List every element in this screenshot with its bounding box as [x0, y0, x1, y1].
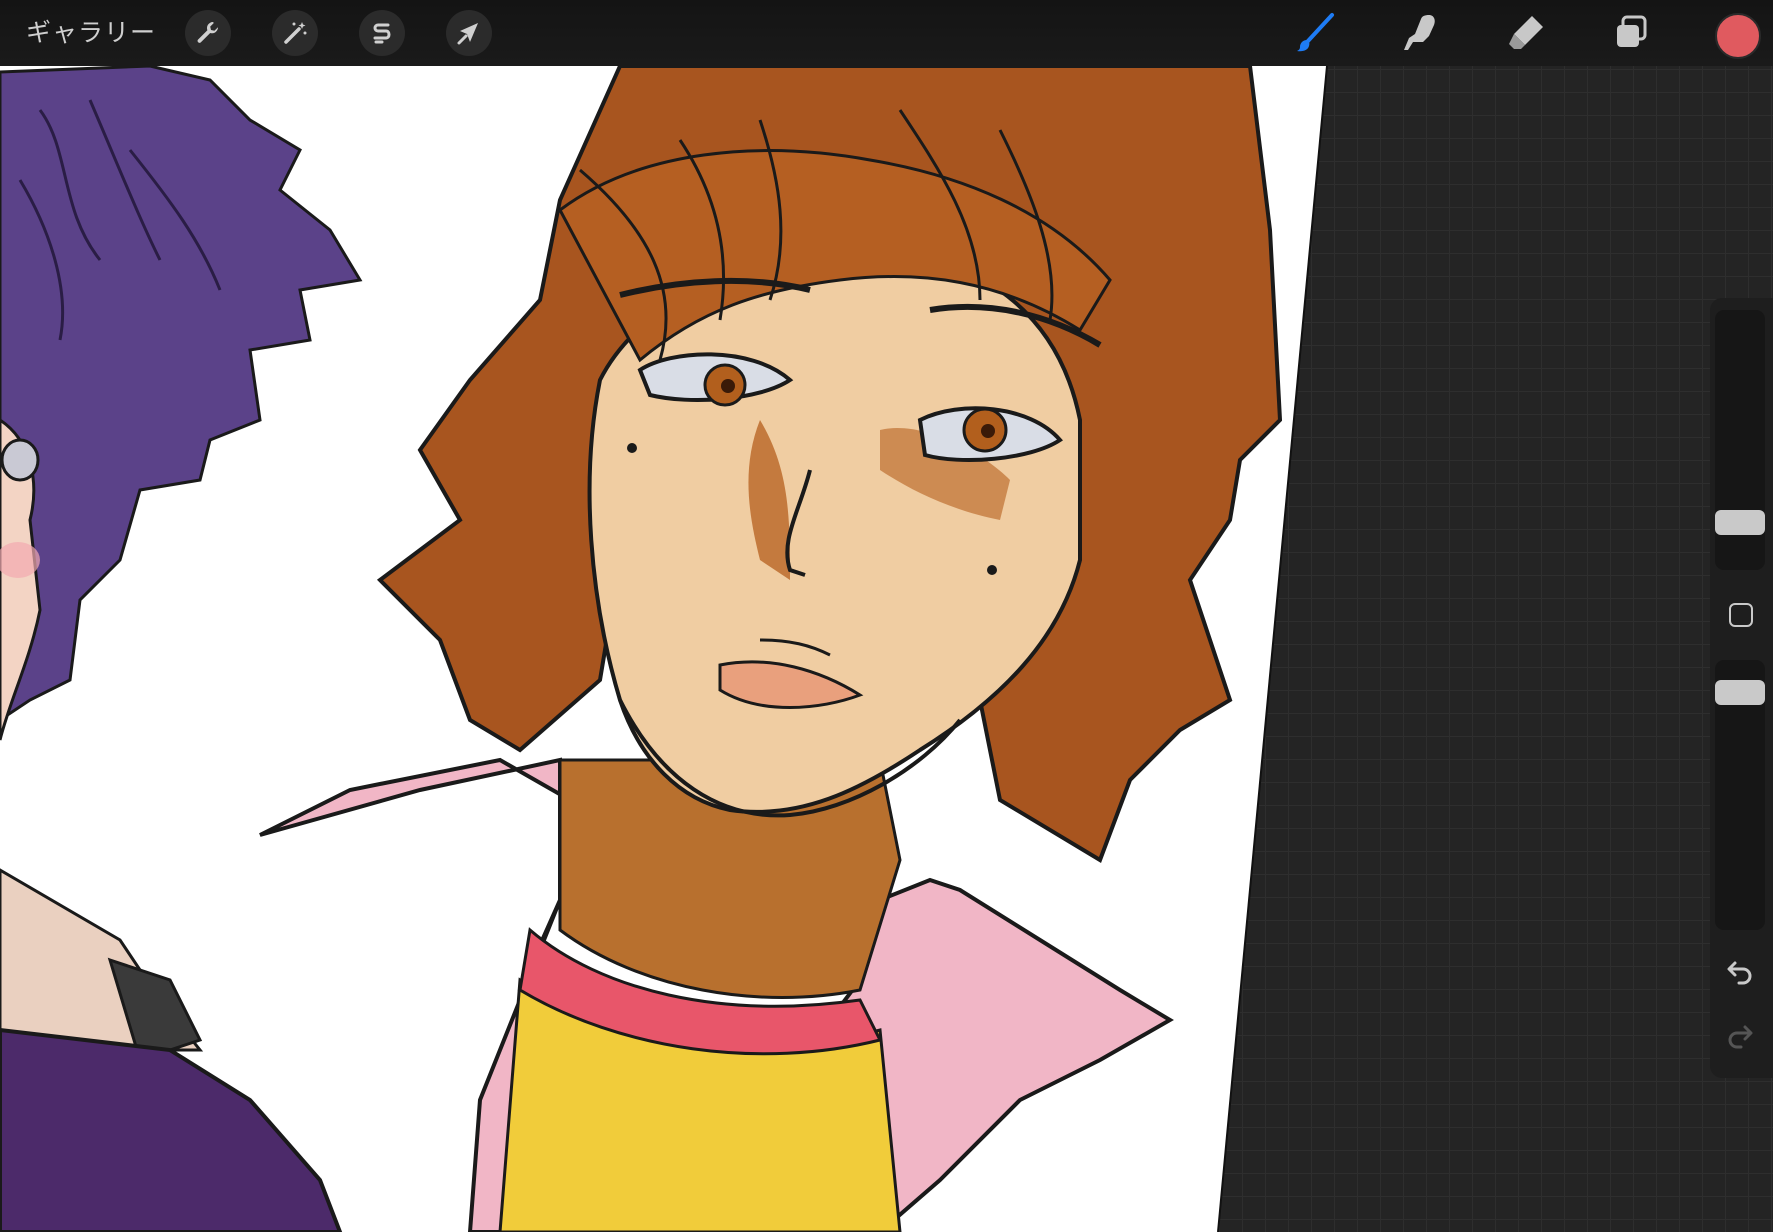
redo-icon[interactable] — [1725, 1020, 1755, 1050]
brush-icon — [1297, 13, 1334, 52]
wrench-icon — [197, 21, 219, 43]
drawing-canvas[interactable] — [0, 0, 1773, 1232]
brush-size-slider-knob[interactable] — [1715, 510, 1765, 535]
selection-button[interactable] — [359, 10, 405, 56]
smudge-tool[interactable] — [1397, 10, 1445, 56]
toolbar: ギャラリー — [0, 0, 1773, 66]
brush-tool[interactable] — [1292, 10, 1340, 56]
selection-s-icon — [373, 23, 391, 44]
undo-icon[interactable] — [1725, 956, 1755, 986]
sidebar — [1710, 298, 1773, 1078]
color-picker-button[interactable] — [1715, 13, 1761, 59]
canvas-workspace[interactable]: ギャラリー — [0, 0, 1773, 1232]
square-icon[interactable] — [1729, 603, 1753, 627]
arrow-cursor-icon — [457, 23, 478, 45]
adjustments-button[interactable] — [272, 10, 318, 56]
layers-tool[interactable] — [1607, 10, 1655, 56]
eraser-icon — [1509, 16, 1543, 49]
gallery-button[interactable]: ギャラリー — [26, 16, 156, 50]
actions-button[interactable] — [185, 10, 231, 56]
layers-icon — [1617, 15, 1647, 47]
opacity-slider-knob[interactable] — [1715, 680, 1765, 705]
transform-button[interactable] — [446, 10, 492, 56]
smudge-finger-icon — [1404, 15, 1435, 50]
eraser-tool[interactable] — [1502, 10, 1550, 56]
magic-wand-icon — [284, 22, 307, 44]
